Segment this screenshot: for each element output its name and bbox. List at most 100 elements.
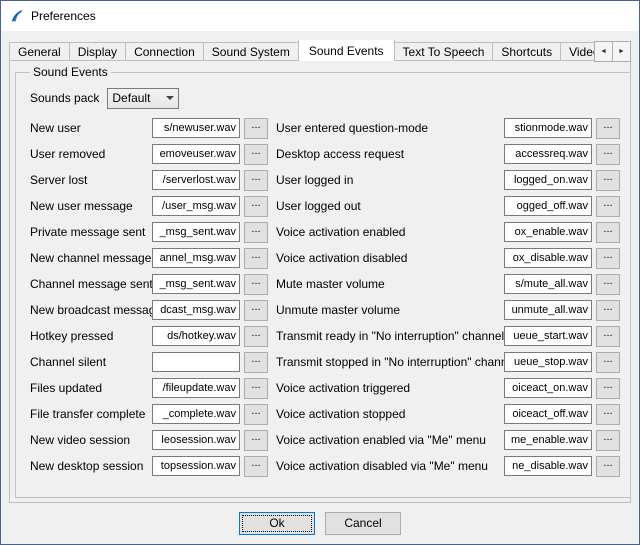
browse-button[interactable]: ... <box>244 430 268 451</box>
sound-event-row: Voice activation enabled ... <box>276 219 620 245</box>
browse-button[interactable]: ... <box>596 352 620 373</box>
sound-file-input[interactable] <box>504 352 592 372</box>
sound-events-column-left: New user ... User removed ... Server los… <box>30 115 268 479</box>
sound-file-input[interactable] <box>504 196 592 216</box>
browse-button[interactable]: ... <box>596 456 620 477</box>
tab-strip-items: GeneralDisplayConnectionSound SystemSoun… <box>9 40 631 61</box>
sound-file-input[interactable] <box>504 170 592 190</box>
browse-button[interactable]: ... <box>244 118 268 139</box>
sound-events-column-right: User entered question-mode ... Desktop a… <box>276 115 620 479</box>
tab-scroll-left-icon[interactable]: ◄ <box>594 41 613 62</box>
sound-event-label: Voice activation disabled <box>276 251 504 265</box>
sound-file-input[interactable] <box>504 222 592 242</box>
sound-event-row: New desktop session ... <box>30 453 268 479</box>
sound-file-input[interactable] <box>504 144 592 164</box>
sound-file-input[interactable] <box>152 326 240 346</box>
browse-button[interactable]: ... <box>596 430 620 451</box>
tab-scroll-right-icon[interactable]: ► <box>612 41 631 62</box>
tab-sound-system[interactable]: Sound System <box>203 42 299 61</box>
browse-button[interactable]: ... <box>596 248 620 269</box>
tab-sound-events[interactable]: Sound Events <box>298 40 395 61</box>
browse-button[interactable]: ... <box>596 378 620 399</box>
sound-file-input[interactable] <box>152 430 240 450</box>
browse-button[interactable]: ... <box>596 196 620 217</box>
sound-event-label: New desktop session <box>30 459 152 473</box>
sound-file-input[interactable] <box>152 144 240 164</box>
browse-button[interactable]: ... <box>596 326 620 347</box>
browse-button[interactable]: ... <box>596 222 620 243</box>
browse-button[interactable]: ... <box>596 300 620 321</box>
sounds-pack-select[interactable]: Default <box>107 88 179 109</box>
sound-file-input[interactable] <box>152 404 240 424</box>
tab-text-to-speech[interactable]: Text To Speech <box>394 42 494 61</box>
sound-file-input[interactable] <box>504 456 592 476</box>
sound-file-input[interactable] <box>504 430 592 450</box>
browse-button[interactable]: ... <box>244 456 268 477</box>
dialog-button-row: Ok Cancel <box>1 506 639 540</box>
browse-button[interactable]: ... <box>244 170 268 191</box>
sound-event-row: Channel message sent ... <box>30 271 268 297</box>
sound-event-label: New video session <box>30 433 152 447</box>
cancel-button[interactable]: Cancel <box>325 512 401 535</box>
sound-file-input[interactable] <box>152 248 240 268</box>
sound-event-label: New broadcast message <box>30 303 152 317</box>
browse-button[interactable]: ... <box>244 378 268 399</box>
sound-file-input[interactable] <box>504 248 592 268</box>
sound-file-input[interactable] <box>504 118 592 138</box>
browse-button[interactable]: ... <box>244 274 268 295</box>
tab-connection[interactable]: Connection <box>125 42 204 61</box>
sound-file-input[interactable] <box>504 378 592 398</box>
browse-button[interactable]: ... <box>244 222 268 243</box>
browse-button[interactable]: ... <box>596 404 620 425</box>
browse-button[interactable]: ... <box>596 118 620 139</box>
sound-events-tab-page: Sound Events Sounds pack Default New use… <box>9 60 631 503</box>
sound-file-input[interactable] <box>504 404 592 424</box>
sound-file-input[interactable] <box>152 196 240 216</box>
sound-file-input[interactable] <box>152 170 240 190</box>
sound-file-input[interactable] <box>152 352 240 372</box>
tab-strip: GeneralDisplayConnectionSound SystemSoun… <box>9 40 631 61</box>
sound-file-input[interactable] <box>152 222 240 242</box>
sound-event-label: Private message sent <box>30 225 152 239</box>
titlebar[interactable]: Preferences <box>1 1 639 31</box>
tab-general[interactable]: General <box>9 42 70 61</box>
tab-shortcuts[interactable]: Shortcuts <box>492 42 561 61</box>
browse-button[interactable]: ... <box>244 326 268 347</box>
browse-button[interactable]: ... <box>244 404 268 425</box>
sound-event-row: User logged in ... <box>276 167 620 193</box>
sounds-pack-row: Sounds pack Default <box>30 85 620 111</box>
sound-event-row: Voice activation enabled via "Me" menu .… <box>276 427 620 453</box>
sound-event-label: Channel silent <box>30 355 152 369</box>
sound-file-input[interactable] <box>504 300 592 320</box>
sound-file-input[interactable] <box>152 118 240 138</box>
sound-file-input[interactable] <box>504 274 592 294</box>
sound-file-input[interactable] <box>152 378 240 398</box>
browse-button[interactable]: ... <box>244 196 268 217</box>
sound-event-label: User logged out <box>276 199 504 213</box>
ok-button[interactable]: Ok <box>239 512 315 535</box>
browse-button[interactable]: ... <box>244 144 268 165</box>
sound-file-input[interactable] <box>152 274 240 294</box>
sound-event-label: Voice activation triggered <box>276 381 504 395</box>
sound-event-label: File transfer complete <box>30 407 152 421</box>
browse-button[interactable]: ... <box>244 352 268 373</box>
sound-event-label: User entered question-mode <box>276 121 504 135</box>
browse-button[interactable]: ... <box>244 248 268 269</box>
sound-event-row: New video session ... <box>30 427 268 453</box>
sound-file-input[interactable] <box>504 326 592 346</box>
sound-file-input[interactable] <box>152 300 240 320</box>
browse-button[interactable]: ... <box>596 274 620 295</box>
sound-event-row: Files updated ... <box>30 375 268 401</box>
sound-event-row: Unmute master volume ... <box>276 297 620 323</box>
browse-button[interactable]: ... <box>596 170 620 191</box>
tab-display[interactable]: Display <box>69 42 126 61</box>
sound-events-groupbox: Sound Events Sounds pack Default New use… <box>15 65 631 498</box>
sound-event-row: Voice activation disabled ... <box>276 245 620 271</box>
sound-file-input[interactable] <box>152 456 240 476</box>
sounds-pack-label: Sounds pack <box>30 91 99 105</box>
sound-event-label: Hotkey pressed <box>30 329 152 343</box>
browse-button[interactable]: ... <box>244 300 268 321</box>
browse-button[interactable]: ... <box>596 144 620 165</box>
sounds-pack-value: Default <box>108 91 162 105</box>
sound-event-label: Channel message sent <box>30 277 152 291</box>
